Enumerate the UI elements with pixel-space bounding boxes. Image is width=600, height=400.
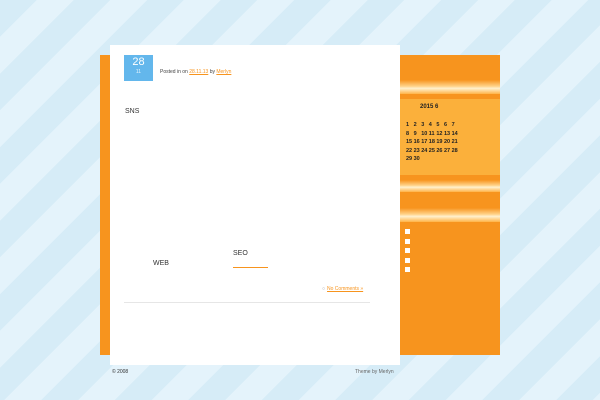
sidebar-list bbox=[405, 229, 410, 277]
calendar-day[interactable]: 30 bbox=[414, 155, 422, 164]
date-month: 11 bbox=[135, 69, 142, 75]
calendar-row: 8 9 10 11 12 13 14 bbox=[406, 130, 459, 139]
list-item[interactable] bbox=[405, 257, 410, 263]
calendar-day[interactable]: 21 bbox=[452, 138, 460, 147]
calendar-widget: 2015 6 1 2 3 4 5 6 7 8 9 10 11 12 13 14 15 16 17 18 19 20 21… bbox=[400, 99, 500, 175]
calendar-day[interactable]: 17 bbox=[421, 138, 429, 147]
calendar-day[interactable]: 19 bbox=[436, 138, 444, 147]
calendar-day[interactable]: 18 bbox=[429, 138, 437, 147]
comments-label: No Comments » bbox=[327, 286, 364, 292]
footer-copyright: © 2008 bbox=[112, 369, 129, 375]
calendar-row: 1234567 bbox=[406, 121, 459, 130]
calendar-day[interactable]: 2 bbox=[414, 121, 422, 130]
calendar-day[interactable]: 8 bbox=[406, 130, 414, 139]
comment-icon: ○ bbox=[322, 286, 326, 292]
calendar-day[interactable]: 22 bbox=[406, 147, 414, 156]
web-link[interactable]: WEB bbox=[153, 260, 169, 267]
calendar-day[interactable]: 7 bbox=[452, 121, 460, 130]
list-item[interactable] bbox=[405, 248, 410, 253]
calendar-row: 29 30 bbox=[406, 155, 459, 164]
calendar-day[interactable]: 28 bbox=[452, 147, 460, 156]
date-day: 28 bbox=[132, 56, 145, 68]
calendar-day[interactable]: 5 bbox=[436, 121, 444, 130]
calendar-day[interactable]: 10 bbox=[421, 130, 429, 139]
sidebar: 2015 6 1 2 3 4 5 6 7 8 9 10 11 12 13 14 15 16 17 18 19 20 21… bbox=[400, 55, 500, 355]
sidebar-band-2 bbox=[400, 180, 500, 192]
meta-prefix: Posted in on bbox=[160, 69, 188, 75]
calendar-day[interactable]: 12 bbox=[436, 130, 444, 139]
post-title: SNS bbox=[125, 108, 140, 115]
calendar-day[interactable]: 24 bbox=[421, 147, 429, 156]
calendar-day[interactable]: 1 bbox=[406, 121, 414, 130]
list-item[interactable] bbox=[405, 267, 410, 272]
sidebar-band-3 bbox=[400, 208, 500, 222]
calendar-day[interactable]: 16 bbox=[414, 138, 422, 147]
post-container: 28 11 Posted in on 28.11.13 by Merlyn SN… bbox=[110, 45, 400, 365]
footer-theme-credit: Theme by Merlyn bbox=[355, 369, 394, 375]
meta-author-link[interactable]: Merlyn bbox=[216, 69, 231, 75]
calendar-day[interactable]: 25 bbox=[429, 147, 437, 156]
sidebar-header-band bbox=[400, 80, 500, 94]
calendar-day[interactable]: 15 bbox=[406, 138, 414, 147]
list-item[interactable] bbox=[405, 229, 410, 234]
date-badge: 28 11 bbox=[124, 55, 153, 81]
list-item[interactable] bbox=[405, 238, 410, 244]
meta-date-link[interactable]: 28.11.13 bbox=[189, 69, 208, 75]
post-divider bbox=[124, 302, 370, 303]
calendar-day[interactable]: 13 bbox=[444, 130, 452, 139]
comments-link[interactable]: ○ No Comments » bbox=[322, 286, 363, 292]
post-meta: Posted in on 28.11.13 by Merlyn bbox=[160, 69, 231, 75]
calendar-day[interactable]: 11 bbox=[429, 130, 437, 139]
calendar-row: 22 23 24 25 26 27 28 bbox=[406, 147, 459, 156]
calendar-day[interactable]: 3 bbox=[421, 121, 429, 130]
calendar-day[interactable]: 6 bbox=[444, 121, 452, 130]
seo-link[interactable]: SEO bbox=[233, 250, 248, 257]
calendar-day[interactable]: 29 bbox=[406, 155, 414, 164]
calendar-title: 2015 6 bbox=[420, 104, 439, 110]
calendar-day[interactable]: 20 bbox=[444, 138, 452, 147]
calendar-day[interactable]: 9 bbox=[414, 130, 422, 139]
meta-by: by bbox=[209, 69, 215, 75]
calendar-day[interactable]: 26 bbox=[436, 147, 444, 156]
calendar-row: 15 16 17 18 19 20 21 bbox=[406, 138, 459, 147]
calendar-day[interactable]: 14 bbox=[452, 130, 460, 139]
calendar-grid: 1 2 3 4 5 6 7 8 9 10 11 12 13 14 15 16 17 18 19 20 21 22 23 24 2… bbox=[406, 121, 459, 164]
calendar-day[interactable]: 23 bbox=[414, 147, 422, 156]
calendar-day[interactable]: 4 bbox=[429, 121, 437, 130]
calendar-day[interactable]: 27 bbox=[444, 147, 452, 156]
seo-underline bbox=[233, 267, 268, 268]
